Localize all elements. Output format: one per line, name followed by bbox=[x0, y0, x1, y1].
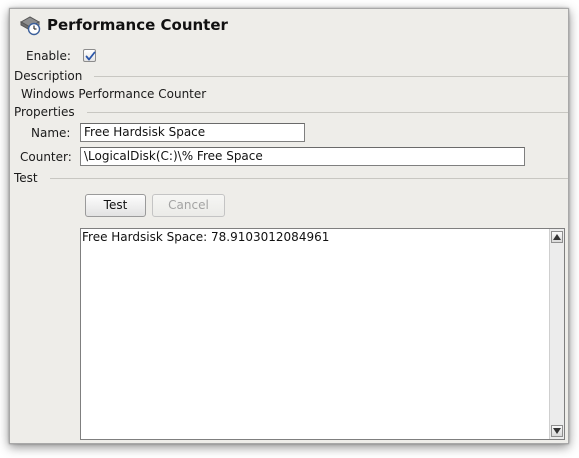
section-divider bbox=[49, 177, 568, 179]
section-divider bbox=[86, 111, 568, 113]
dialog-title: Performance Counter bbox=[47, 16, 228, 34]
dialog-header: Performance Counter bbox=[19, 13, 228, 37]
name-label: Name: bbox=[31, 126, 71, 140]
performance-counter-icon bbox=[19, 16, 41, 36]
counter-label: Counter: bbox=[20, 150, 72, 164]
test-output-area[interactable]: Free Hardsisk Space: 78.9103012084961 bbox=[80, 228, 565, 440]
properties-section: Properties bbox=[14, 104, 568, 120]
enable-label: Enable: bbox=[26, 49, 71, 63]
test-section: Test bbox=[14, 170, 568, 186]
section-divider bbox=[94, 75, 568, 77]
counter-field[interactable]: \LogicalDisk(C:)\% Free Space bbox=[80, 147, 525, 166]
name-field[interactable]: Free Hardsisk Space bbox=[80, 123, 305, 142]
arrow-up-icon bbox=[553, 234, 561, 240]
test-output-text: Free Hardsisk Space: 78.9103012084961 bbox=[82, 230, 330, 244]
scroll-down-button[interactable] bbox=[551, 425, 563, 437]
description-section: Description bbox=[14, 68, 568, 84]
test-button[interactable]: Test bbox=[85, 194, 146, 217]
checkmark-icon bbox=[85, 51, 96, 61]
enable-checkbox[interactable] bbox=[83, 49, 96, 62]
test-section-label: Test bbox=[14, 171, 38, 185]
description-section-label: Description bbox=[14, 69, 83, 83]
description-text: Windows Performance Counter bbox=[21, 87, 207, 101]
scroll-up-button[interactable] bbox=[551, 231, 563, 243]
arrow-down-icon bbox=[553, 428, 561, 434]
properties-section-label: Properties bbox=[14, 105, 75, 119]
performance-counter-dialog: Performance Counter Enable: Description … bbox=[9, 8, 569, 444]
vertical-scrollbar[interactable] bbox=[549, 229, 564, 439]
cancel-button[interactable]: Cancel bbox=[152, 194, 225, 217]
